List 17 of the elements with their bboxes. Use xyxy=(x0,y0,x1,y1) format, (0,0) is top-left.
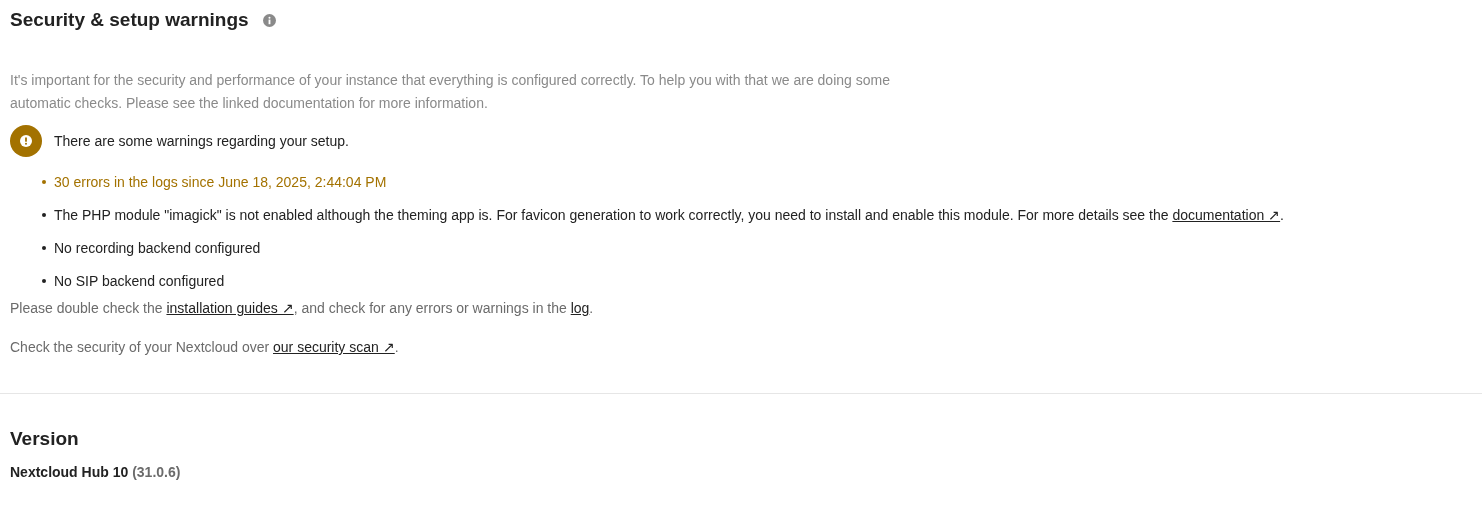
info-icon[interactable] xyxy=(262,13,276,27)
description: It's important for the security and performance of your instance that everything is configured correctly. To help you with that we are doing some automatic checks. Please see the linked documentation for more information. xyxy=(10,71,890,113)
version-number: (31.0.6) xyxy=(132,464,181,480)
link[interactable]: our security scan ↗ xyxy=(273,339,395,355)
warning-icon xyxy=(10,125,42,157)
section-title: Version xyxy=(10,428,80,450)
link[interactable]: documentation ↗ xyxy=(1172,206,1281,223)
warning-text: No SIP backend configured xyxy=(54,272,225,289)
version-name: Nextcloud Hub 10 xyxy=(10,464,129,480)
section-title: Security & setup warnings xyxy=(10,9,249,31)
note-text: Please double check the installation guides ↗, and check for any errors or warnings in the log. xyxy=(10,299,595,318)
note-text: Check the security of your Nextcloud over our security scan ↗. xyxy=(10,338,400,357)
warning-text: No recording backend configured xyxy=(54,239,261,256)
warning-text: The PHP module "imagick" is not enabled although the theming app is. For favicon generation to work correctly, you need to install and enable this module. For more details see the documentation ↗. xyxy=(54,206,1284,223)
link[interactable]: installation guides ↗ xyxy=(166,300,294,316)
status-message: There are some warnings regarding your setup. xyxy=(54,133,349,149)
warning-text: 30 errors in the logs since June 18, 2025, 2:44:04 PM xyxy=(54,173,387,190)
